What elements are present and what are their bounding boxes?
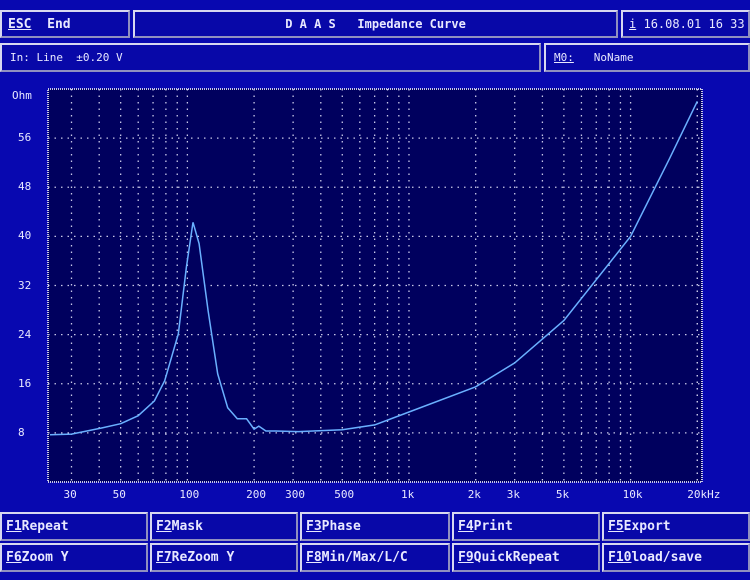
function-key-f6[interactable]: F6 Zoom Y [0, 543, 148, 572]
function-key-f10[interactable]: F10 load/save [602, 543, 750, 572]
key-name: F3 [306, 519, 322, 534]
x-tick-label: 3k [506, 488, 520, 501]
y-tick-label: 56 [18, 131, 32, 145]
function-key-f4[interactable]: F4 Print [452, 512, 600, 541]
key-name: F5 [608, 519, 624, 534]
function-key-f5[interactable]: F5 Export [602, 512, 750, 541]
function-key-f2[interactable]: F2 Mask [150, 512, 298, 541]
y-tick-label: 40 [18, 229, 32, 243]
key-label: Repeat [21, 519, 69, 534]
key-name: F7 [156, 550, 172, 565]
key-label: Export [623, 519, 671, 534]
y-tick-label: 16 [18, 376, 32, 390]
function-key-f9[interactable]: F9 QuickRepeat [452, 543, 600, 572]
x-tick-label: 10k [622, 488, 643, 501]
y-tick-label: 24 [18, 327, 32, 341]
function-key-f8[interactable]: F8 Min/Max/L/C [300, 543, 450, 572]
x-tick-label: 5k [555, 488, 570, 501]
key-name: F9 [458, 550, 474, 565]
function-key-f1[interactable]: F1 Repeat [0, 512, 148, 541]
function-key-f3[interactable]: F3 Phase [300, 512, 450, 541]
key-name: F1 [6, 519, 22, 534]
y-tick-label: 32 [18, 278, 32, 292]
x-tick-label: 500 [334, 488, 355, 501]
x-tick-label: 1k [400, 488, 415, 501]
key-label: Mask [171, 519, 203, 534]
key-label: QuickRepeat [473, 550, 560, 565]
y-tick-label: 8 [18, 425, 25, 439]
key-label: ReZoom Y [171, 550, 235, 565]
x-tick-label: 300 [285, 488, 305, 501]
x-tick-label: 30 [63, 488, 77, 501]
function-key-f7[interactable]: F7 ReZoom Y [150, 543, 298, 572]
x-tick-label: 100 [179, 488, 200, 501]
key-label: Phase [321, 519, 361, 534]
key-label: Min/Max/L/C [321, 550, 408, 565]
key-label: load/save [631, 550, 702, 565]
x-tick-label: 50 [112, 488, 126, 501]
x-tick-label: 20kHz [687, 488, 721, 501]
x-tick-label: 200 [246, 488, 266, 501]
key-label: Zoom Y [21, 550, 69, 565]
x-tick-label: 2k [467, 488, 481, 501]
key-name: F2 [156, 519, 172, 534]
key-name: F4 [458, 519, 474, 534]
impedance-chart [47, 88, 703, 483]
key-name: F8 [306, 550, 322, 565]
y-tick-label: 48 [18, 180, 32, 194]
key-name: F6 [6, 550, 22, 565]
key-name: F10 [608, 550, 632, 565]
key-label: Print [473, 519, 513, 534]
